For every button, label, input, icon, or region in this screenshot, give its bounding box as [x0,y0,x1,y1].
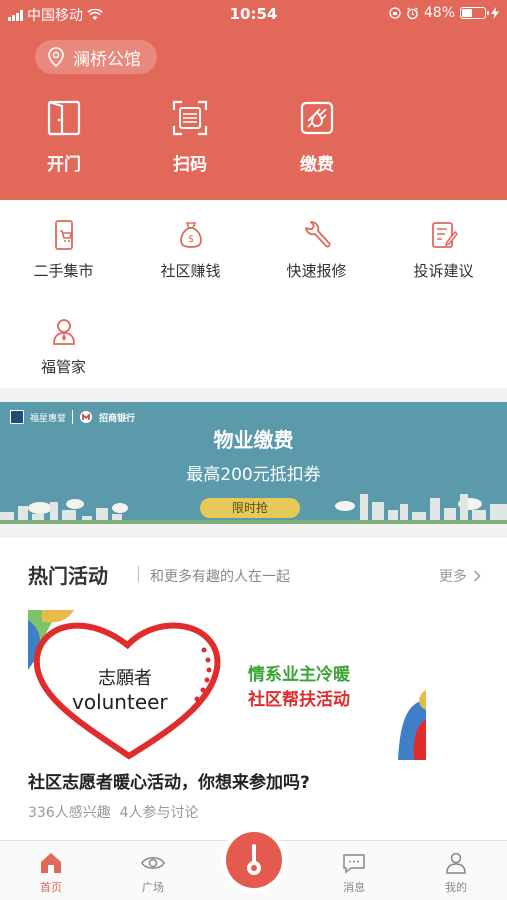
promo-banner[interactable]: 福星惠誉 招商银行 物业缴费 最高200元抵扣券 限时抢 [0,402,507,524]
location-name: 澜桥公馆 [73,49,141,70]
tab-label: 消息 [343,881,365,894]
open-door-button[interactable]: 开门 [19,100,109,175]
section-subtitle: 和更多有趣的人在一起 [150,569,290,585]
edit-note-icon [429,220,459,250]
service-complaint[interactable]: 投诉建议 [380,220,507,281]
tab-mine[interactable]: 我的 [416,851,496,895]
volunteer-illustration [28,610,426,760]
tab-home[interactable]: 首页 [11,851,91,895]
service-label: 社区赚钱 [160,262,221,280]
activity-slogan-2: 社区帮扶活动 [248,690,350,710]
heart-text-2: volunteer [72,690,168,714]
activity-image[interactable]: 志願者 volunteer 情系业主冷暖 社区帮扶活动 [28,610,426,760]
service-earn-money[interactable]: $ 社区赚钱 [127,220,254,281]
tab-label: 首页 [40,881,62,894]
chevron-right-icon [473,570,481,582]
brand-1: 福星惠誉 [30,413,67,424]
banner-title: 物业缴费 [213,428,294,452]
alarm-icon [406,6,418,19]
activity-meta: 336人感兴趣 4人参与讨论 [28,805,199,821]
rotation-lock-icon [389,7,401,19]
home-icon [39,851,63,875]
thermometer-key-icon [247,844,261,875]
header: 中国移动 10:54 48% 澜桥公馆 开门 扫码 缴费 [0,0,507,200]
limited-time-button[interactable]: 限时抢 [200,498,300,518]
service-label: 快速报修 [286,262,347,280]
tab-label: 我的 [445,881,467,894]
brand-2: 招商银行 [99,413,136,424]
wrench-icon [302,220,332,250]
tab-label: 广场 [142,881,164,894]
scan-button[interactable]: 扫码 [145,100,235,175]
location-pin-icon [48,47,64,67]
more-label: 更多 [439,569,467,585]
heart-text-1: 志願者 [98,668,152,689]
money-bag-icon: $ [176,220,206,250]
butler-icon [49,316,79,346]
service-label: 投诉建议 [413,262,474,280]
tab-messages[interactable]: 消息 [314,851,394,895]
status-bar: 中国移动 10:54 48% [0,0,507,28]
section-title: 热门活动 [28,564,108,588]
scan-icon [172,100,208,136]
title-separator [138,566,139,582]
service-second-hand-market[interactable]: 二手集市 [0,220,127,281]
chat-icon [342,851,366,875]
tab-square[interactable]: 广场 [113,851,193,895]
section-divider [0,388,507,402]
service-label: 福管家 [40,358,86,376]
activity-title[interactable]: 社区志愿者暖心活动，你想来参加吗? [28,768,310,793]
center-button-circle [226,832,282,888]
payment-button[interactable]: 缴费 [272,100,362,175]
payment-label: 缴费 [300,155,334,175]
eye-icon [141,851,165,875]
open-door-label: 开门 [47,155,81,175]
section-divider [0,524,507,538]
service-butler[interactable]: 福管家 [0,316,127,377]
status-right: 48% [389,5,499,21]
battery-percent: 48% [423,5,455,21]
scan-label: 扫码 [173,155,207,175]
bank-logo [80,411,93,423]
charging-icon [491,7,499,19]
door-icon [46,100,82,136]
location-selector[interactable]: 澜桥公馆 [35,40,157,74]
more-link[interactable]: 更多 [439,566,481,586]
svg-text:$: $ [187,234,193,245]
service-label: 二手集市 [33,262,94,280]
center-action-button[interactable] [222,828,286,892]
brand-separator [72,410,74,424]
payment-icon [299,100,335,136]
user-icon [444,851,468,875]
banner-brands: 福星惠誉 招商银行 [10,410,135,424]
phone-cart-icon [49,220,79,250]
activity-slogan-1: 情系业主冷暖 [248,665,350,685]
service-quick-repair[interactable]: 快速报修 [253,220,380,281]
battery-icon [460,7,489,19]
developer-logo [10,410,24,424]
